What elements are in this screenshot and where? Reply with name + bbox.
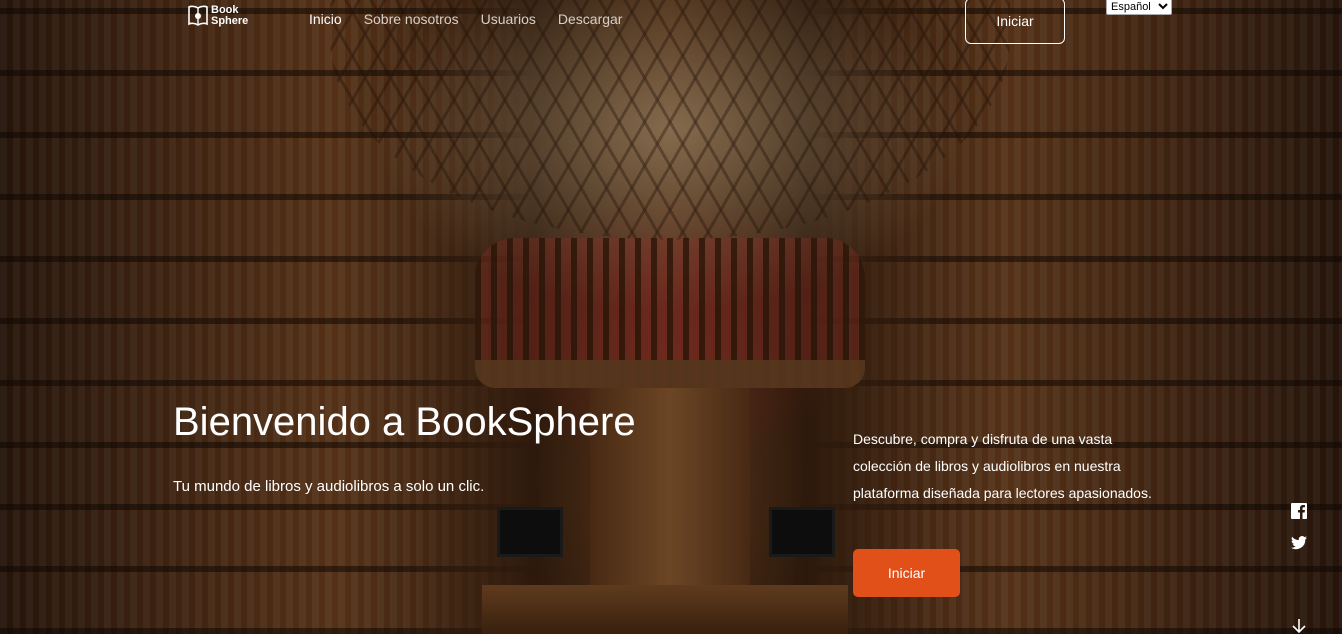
brand-logo[interactable]: Book Sphere [188,5,248,27]
language-select[interactable]: Español [1106,0,1172,15]
main-nav: Inicio Sobre nosotros Usuarios Descargar [309,11,622,27]
dark-overlay [0,0,1342,634]
login-button[interactable]: Iniciar [965,0,1065,44]
cta-button[interactable]: Iniciar [853,549,960,597]
nav-item-inicio[interactable]: Inicio [309,11,342,27]
nav-item-usuarios[interactable]: Usuarios [481,11,536,27]
nav-item-descargar[interactable]: Descargar [558,11,623,27]
arrow-down-icon[interactable] [1290,618,1308,634]
hero-description: Descubre, compra y disfruta de una vasta… [853,431,1152,501]
hero-subtitle: Tu mundo de libros y audiolibros a solo … [173,478,485,495]
brand-line2: Sphere [211,15,249,27]
book-logo-icon [188,5,208,26]
brand-name: Book Sphere [211,5,248,27]
nav-item-sobre-nosotros[interactable]: Sobre nosotros [364,11,459,27]
facebook-icon[interactable] [1290,502,1308,520]
twitter-icon[interactable] [1290,534,1308,552]
hero-title: Bienvenido a BookSphere [173,400,636,444]
